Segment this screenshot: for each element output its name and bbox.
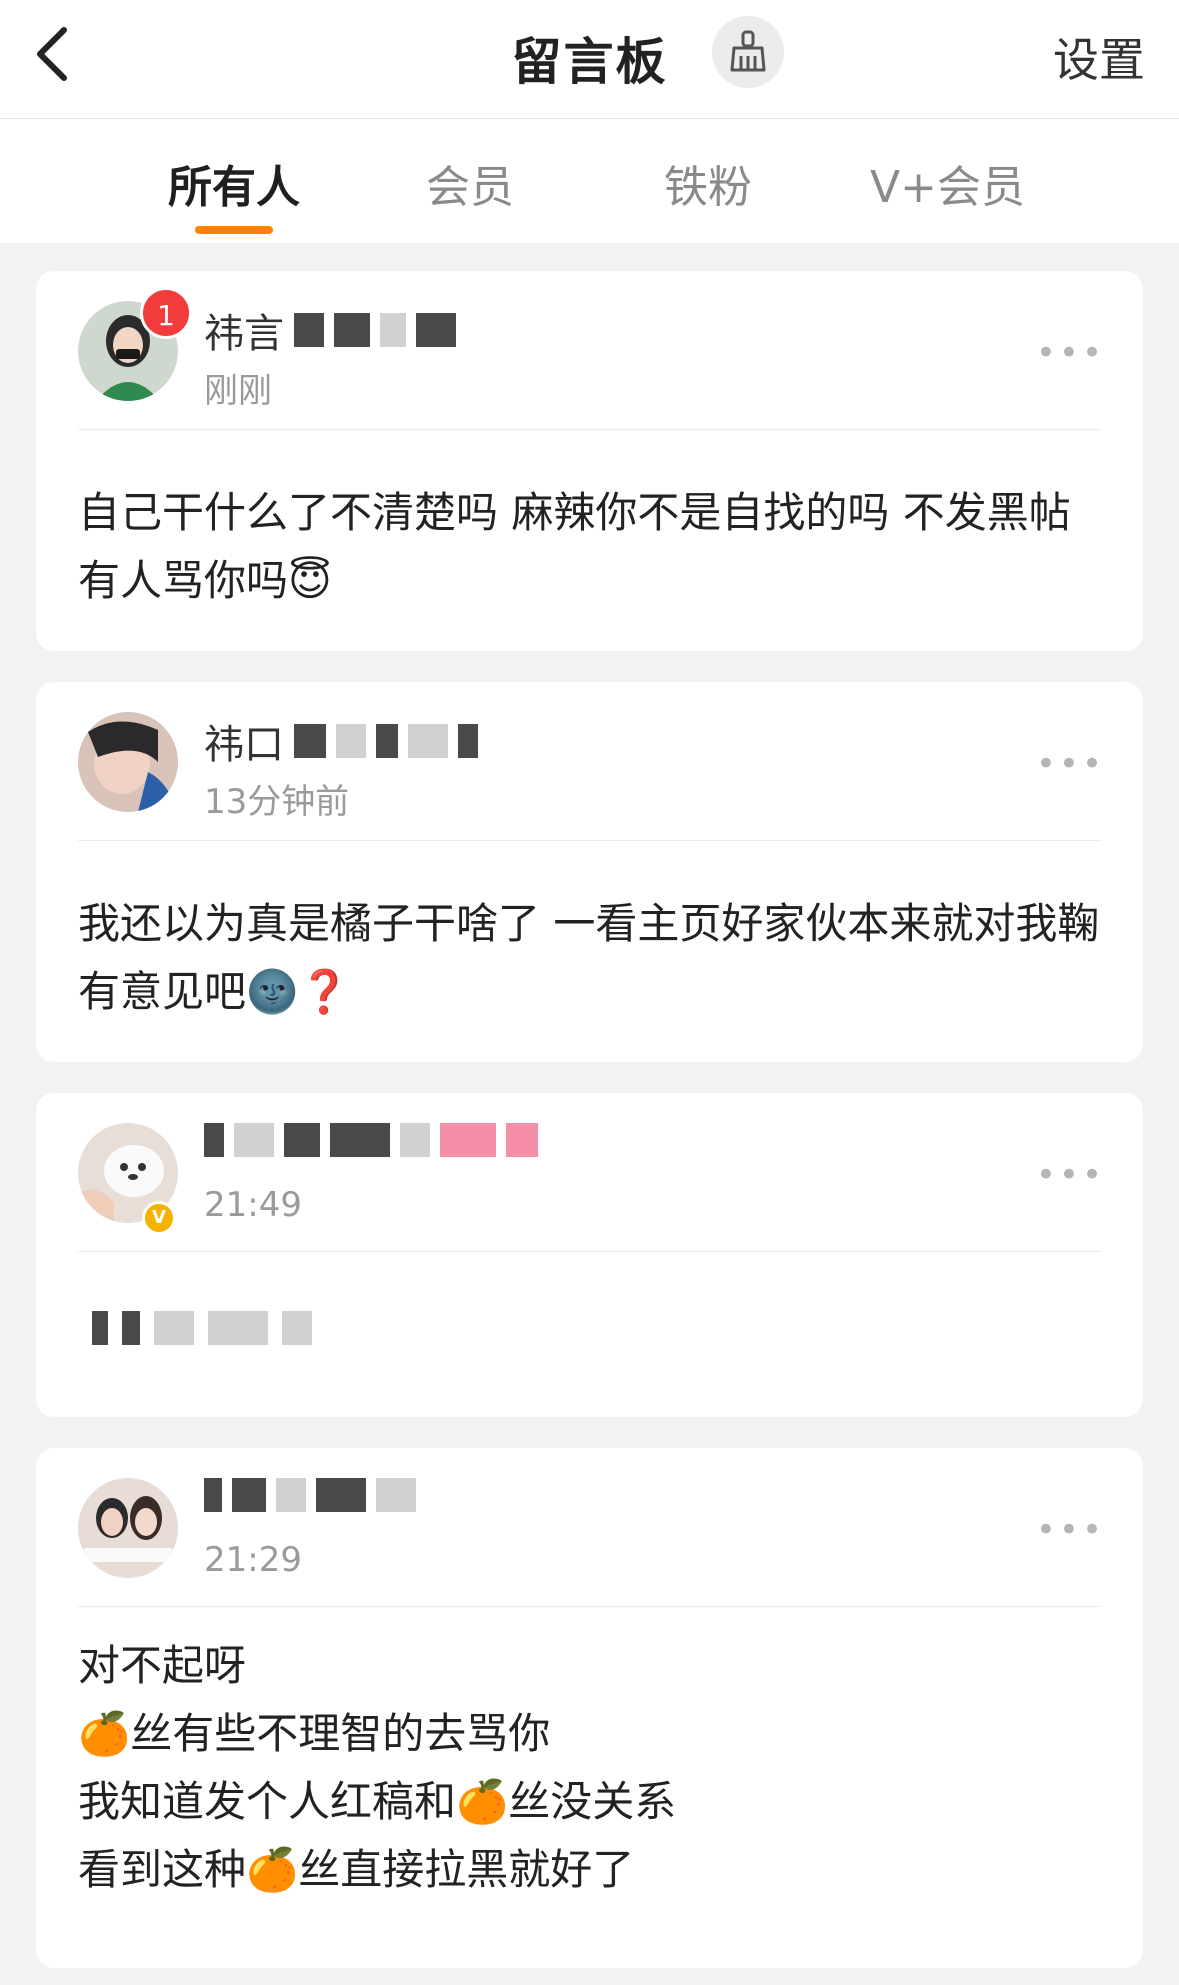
avatar[interactable] bbox=[78, 712, 178, 812]
redacted-name bbox=[336, 724, 366, 758]
timestamp: 21:29 bbox=[204, 1540, 302, 1580]
message-text: 我还以为真是橘子干啥了 一看主页好家伙本来就对我鞠有意见吧🌚❓ bbox=[78, 899, 1100, 1016]
verified-badge-icon: V bbox=[142, 1201, 176, 1235]
tab-fans[interactable]: 铁粉 bbox=[664, 151, 752, 215]
divider bbox=[78, 1606, 1101, 1607]
username[interactable]: 祎言 bbox=[204, 301, 456, 359]
avatar[interactable] bbox=[78, 1478, 178, 1578]
timestamp: 21:49 bbox=[204, 1185, 302, 1225]
divider bbox=[78, 429, 1101, 430]
redacted-name bbox=[276, 1478, 306, 1512]
more-options-icon[interactable]: ••• bbox=[1036, 744, 1105, 784]
more-options-icon[interactable]: ••• bbox=[1036, 333, 1105, 373]
redacted-text bbox=[122, 1311, 140, 1345]
redacted-name bbox=[234, 1123, 274, 1157]
message-card: V 21:49 ••• bbox=[36, 1093, 1143, 1417]
redacted-text bbox=[282, 1311, 312, 1345]
more-options-icon[interactable]: ••• bbox=[1036, 1155, 1105, 1195]
timestamp: 刚刚 bbox=[204, 371, 272, 411]
message-text bbox=[78, 1311, 1103, 1345]
message-card: 21:29 ••• 对不起呀 🍊丝有些不理智的去骂你 我知道发个人红稿和🍊丝没关… bbox=[36, 1448, 1143, 1968]
tab-bar: 所有人 会员 铁粉 V+会员 bbox=[0, 119, 1179, 243]
redacted-name bbox=[294, 313, 324, 347]
username[interactable] bbox=[204, 1123, 538, 1157]
message-text: 对不起呀 🍊丝有些不理智的去骂你 我知道发个人红稿和🍊丝没关系 看到这种🍊丝直接… bbox=[78, 1641, 677, 1894]
tab-vplus-members[interactable]: V+会员 bbox=[870, 151, 1025, 215]
timestamp: 13分钟前 bbox=[204, 782, 350, 822]
redacted-name bbox=[506, 1123, 538, 1157]
username-text: 祎言 bbox=[204, 311, 284, 357]
tab-members[interactable]: 会员 bbox=[426, 151, 514, 215]
redacted-name bbox=[284, 1123, 320, 1157]
redacted-name bbox=[376, 1478, 416, 1512]
redacted-name bbox=[408, 724, 448, 758]
message-text: 自己干什么了不清楚吗 麻辣你不是自找的吗 不发黑帖有人骂你吗😇 bbox=[78, 488, 1071, 605]
redacted-text bbox=[208, 1311, 268, 1345]
message-card: 祎口 13分钟前 ••• 我还以为真是橘子干啥了 一看主页好家伙本来就对我鞠有意… bbox=[36, 682, 1143, 1062]
divider bbox=[78, 840, 1101, 841]
redacted-name bbox=[330, 1123, 390, 1157]
unread-badge: 1 bbox=[140, 287, 192, 339]
redacted-text bbox=[154, 1311, 194, 1345]
redacted-name bbox=[294, 724, 326, 758]
redacted-name bbox=[232, 1478, 266, 1512]
settings-button[interactable]: 设置 bbox=[1053, 24, 1145, 90]
redacted-text bbox=[92, 1311, 108, 1345]
redacted-name bbox=[204, 1123, 224, 1157]
redacted-name bbox=[334, 313, 370, 347]
top-bar: 留言板 设置 bbox=[0, 0, 1179, 119]
active-tab-indicator bbox=[195, 226, 273, 234]
redacted-name bbox=[380, 313, 406, 347]
redacted-name bbox=[316, 1478, 366, 1512]
redacted-name bbox=[416, 313, 456, 347]
redacted-name bbox=[440, 1123, 496, 1157]
broom-icon[interactable] bbox=[712, 16, 784, 88]
redacted-name bbox=[376, 724, 398, 758]
tab-everyone[interactable]: 所有人 bbox=[168, 151, 300, 215]
redacted-name bbox=[400, 1123, 430, 1157]
username[interactable]: 祎口 bbox=[204, 712, 478, 770]
divider bbox=[78, 1251, 1101, 1252]
redacted-name bbox=[204, 1478, 222, 1512]
message-card: 1 祎言 刚刚 ••• 自己干什么了不清楚吗 麻辣你不是自找的吗 不发黑帖有人骂… bbox=[36, 271, 1143, 651]
page-title: 留言板 bbox=[511, 33, 668, 91]
username[interactable] bbox=[204, 1478, 416, 1512]
more-options-icon[interactable]: ••• bbox=[1036, 1510, 1105, 1550]
redacted-name bbox=[458, 724, 478, 758]
username-text: 祎口 bbox=[204, 722, 284, 768]
